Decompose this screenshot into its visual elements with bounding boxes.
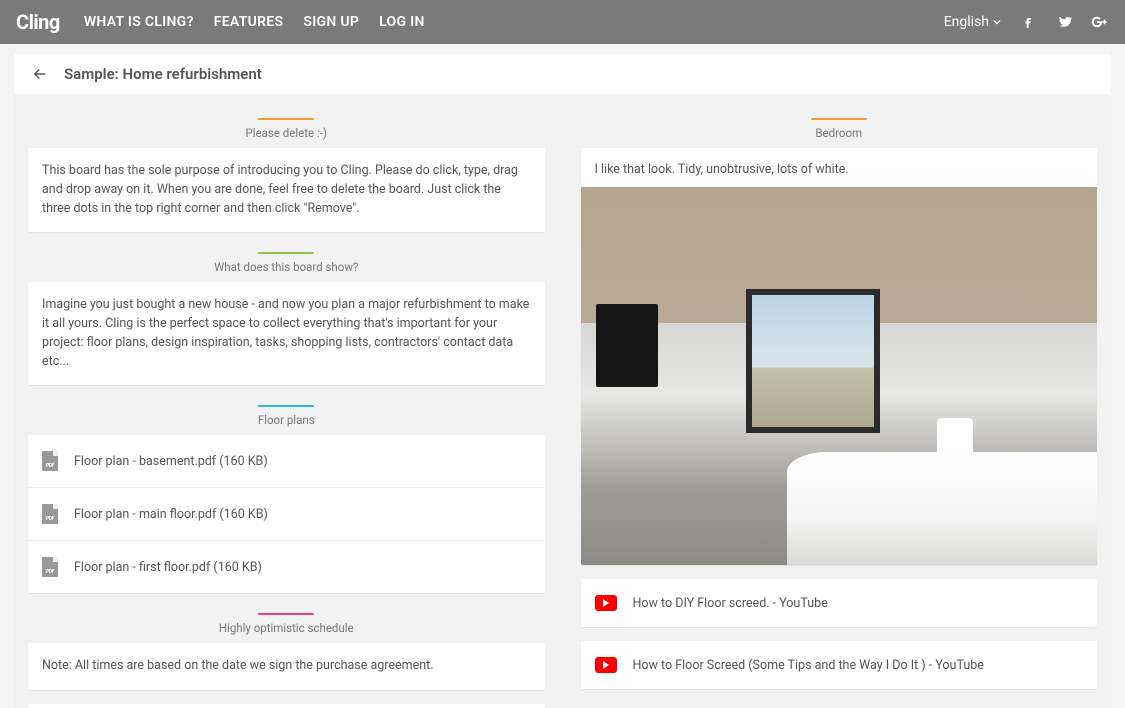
card-schedule-week[interactable]: Week 1 to 4: Brainstorming Decide what t… bbox=[28, 704, 545, 708]
page-shell: Sample: Home refurbishment Please delete… bbox=[0, 44, 1125, 708]
section-label: Highly optimistic schedule bbox=[219, 621, 354, 635]
section-bar bbox=[258, 118, 314, 120]
file-item-main-floor[interactable]: Floor plan - main floor.pdf (160 KB) bbox=[28, 488, 545, 541]
topbar-right: English bbox=[944, 13, 1109, 31]
section-header-what-shows: What does this board show? bbox=[28, 252, 545, 274]
file-item-first-floor[interactable]: Floor plan - first floor.pdf (160 KB) bbox=[28, 541, 545, 593]
twitter-icon[interactable] bbox=[1055, 13, 1073, 31]
board-body: Please delete :-) This board has the sol… bbox=[14, 94, 1111, 708]
section-label: Bedroom bbox=[815, 126, 862, 140]
card-video-1: How to DIY Floor screed. - YouTube bbox=[581, 579, 1098, 627]
column-right: Bedroom I like that look. Tidy, unobtrus… bbox=[581, 112, 1098, 703]
nav-what-is-cling[interactable]: WHAT IS CLING? bbox=[84, 14, 194, 30]
video-item[interactable]: How to DIY Floor screed. - YouTube bbox=[581, 579, 1098, 627]
section-header-schedule: Highly optimistic schedule bbox=[28, 613, 545, 635]
section-header-floor-plans: Floor plans bbox=[28, 405, 545, 427]
nav-sign-up[interactable]: SIGN UP bbox=[303, 14, 359, 30]
board-header: Sample: Home refurbishment bbox=[14, 54, 1111, 94]
video-item[interactable]: How to Floor Screed (Some Tips and the W… bbox=[581, 641, 1098, 689]
section-label: What does this board show? bbox=[214, 260, 358, 274]
section-bar bbox=[258, 613, 314, 615]
bedroom-caption: I like that look. Tidy, unobtrusive, lot… bbox=[581, 148, 1098, 187]
file-item-basement[interactable]: Floor plan - basement.pdf (160 KB) bbox=[28, 435, 545, 488]
youtube-icon bbox=[595, 595, 617, 611]
section-bar bbox=[258, 405, 314, 407]
card-bedroom[interactable]: I like that look. Tidy, unobtrusive, lot… bbox=[581, 148, 1098, 565]
section-schedule: Highly optimistic schedule Note: All tim… bbox=[28, 607, 545, 708]
file-name: Floor plan - basement.pdf (160 KB) bbox=[74, 454, 268, 469]
chevron-down-icon bbox=[993, 14, 1001, 30]
top-navbar: Cling WHAT IS CLING? FEATURES SIGN UP LO… bbox=[0, 0, 1125, 44]
back-arrow-icon[interactable] bbox=[30, 64, 50, 84]
video-title: How to DIY Floor screed. - YouTube bbox=[633, 596, 828, 611]
bedroom-photo bbox=[581, 187, 1098, 565]
language-selector[interactable]: English bbox=[944, 14, 1001, 30]
section-header-please-delete: Please delete :-) bbox=[28, 118, 545, 140]
section-bar bbox=[811, 118, 867, 120]
google-plus-icon[interactable] bbox=[1091, 13, 1109, 31]
file-name: Floor plan - first floor.pdf (160 KB) bbox=[74, 560, 262, 575]
card-please-delete[interactable]: This board has the sole purpose of intro… bbox=[28, 148, 545, 232]
nav-features[interactable]: FEATURES bbox=[214, 14, 284, 30]
bedroom-tv bbox=[596, 304, 658, 387]
section-header-bedroom: Bedroom bbox=[581, 118, 1098, 140]
pdf-icon bbox=[42, 557, 58, 577]
bedroom-chair bbox=[937, 418, 973, 456]
facebook-icon[interactable] bbox=[1019, 13, 1037, 31]
section-label: Floor plans bbox=[258, 413, 315, 427]
board-title: Sample: Home refurbishment bbox=[64, 65, 262, 83]
card-floor-plans: Floor plan - basement.pdf (160 KB) Floor… bbox=[28, 435, 545, 593]
pdf-icon bbox=[42, 504, 58, 524]
card-video-2: How to Floor Screed (Some Tips and the W… bbox=[581, 641, 1098, 689]
pdf-icon bbox=[42, 451, 58, 471]
youtube-icon bbox=[595, 657, 617, 673]
card-schedule-note[interactable]: Note: All times are based on the date we… bbox=[28, 643, 545, 690]
column-left: Please delete :-) This board has the sol… bbox=[28, 112, 545, 708]
section-bar bbox=[258, 252, 314, 254]
file-name: Floor plan - main floor.pdf (160 KB) bbox=[74, 507, 268, 522]
language-label: English bbox=[944, 14, 989, 30]
nav-links: WHAT IS CLING? FEATURES SIGN UP LOG IN bbox=[84, 14, 920, 30]
section-label: Please delete :-) bbox=[246, 126, 327, 140]
video-title: How to Floor Screed (Some Tips and the W… bbox=[633, 658, 984, 673]
nav-log-in[interactable]: LOG IN bbox=[379, 14, 425, 30]
brand-logo[interactable]: Cling bbox=[16, 10, 60, 34]
card-what-shows[interactable]: Imagine you just bought a new house - an… bbox=[28, 282, 545, 385]
